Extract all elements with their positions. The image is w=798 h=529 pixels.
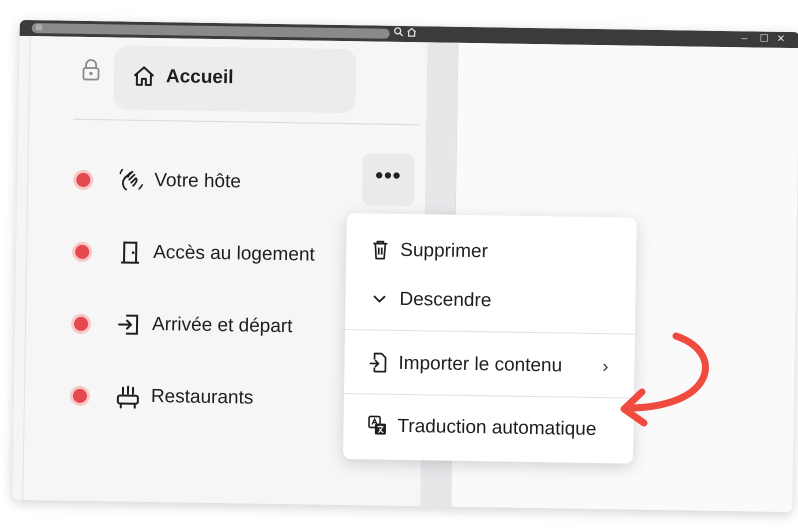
sidebar-item-label: Accès au logement: [153, 242, 315, 266]
search-icon[interactable]: [394, 27, 404, 41]
menu-item-importer-le-contenu[interactable]: Importer le contenu ›: [344, 340, 635, 389]
file-import-icon: [368, 351, 388, 373]
login-icon: [116, 311, 142, 337]
lock-icon[interactable]: [82, 59, 100, 81]
trash-icon: [370, 238, 390, 260]
app-content: Accueil Votre hôte Accès au logement Arr…: [12, 36, 798, 513]
home-icon: [132, 64, 156, 88]
menu-separator: [344, 329, 635, 335]
sidebar-item-home[interactable]: Accueil: [113, 45, 357, 114]
sidebar-item-label: Votre hôte: [154, 170, 242, 193]
site-info-icon: ▤: [35, 24, 43, 32]
menu-separator: [343, 393, 634, 399]
translate-icon: [367, 414, 387, 436]
close-button[interactable]: ✕: [776, 33, 786, 47]
restaurant-icon: [115, 383, 141, 409]
annotation-arrow-icon: [620, 332, 709, 427]
more-options-button[interactable]: •••: [361, 153, 415, 207]
minimize-button[interactable]: –: [741, 32, 748, 46]
menu-item-label: Traduction automatique: [397, 415, 597, 441]
home-icon[interactable]: [407, 27, 417, 42]
sidebar-item-label: Arrivée et départ: [151, 314, 293, 338]
divider: [73, 118, 420, 126]
context-menu: Supprimer Descendre Importer le contenu …: [342, 213, 637, 464]
sidebar-item-label: Restaurants: [150, 386, 254, 409]
status-dot: [72, 388, 88, 404]
submenu-arrow-icon: ›: [602, 356, 609, 377]
door-icon: [117, 239, 143, 265]
maximize-button[interactable]: ☐: [759, 33, 769, 47]
menu-item-label: Importer le contenu: [398, 352, 563, 377]
sidebar-item-votre-hote[interactable]: Votre hôte: [68, 161, 399, 206]
hand-wave-icon: [118, 167, 144, 193]
status-dot: [75, 244, 90, 260]
chevron-down-icon: [369, 287, 389, 309]
menu-item-supprimer[interactable]: Supprimer: [346, 227, 637, 276]
sidebar-item-label: Accueil: [165, 66, 234, 89]
status-dot: [73, 316, 89, 332]
menu-item-traduction-automatique[interactable]: Traduction automatique: [343, 403, 634, 452]
menu-item-descendre[interactable]: Descendre: [345, 276, 636, 325]
status-dot: [76, 172, 91, 188]
menu-item-label: Descendre: [399, 288, 492, 312]
menu-item-label: Supprimer: [400, 239, 489, 263]
